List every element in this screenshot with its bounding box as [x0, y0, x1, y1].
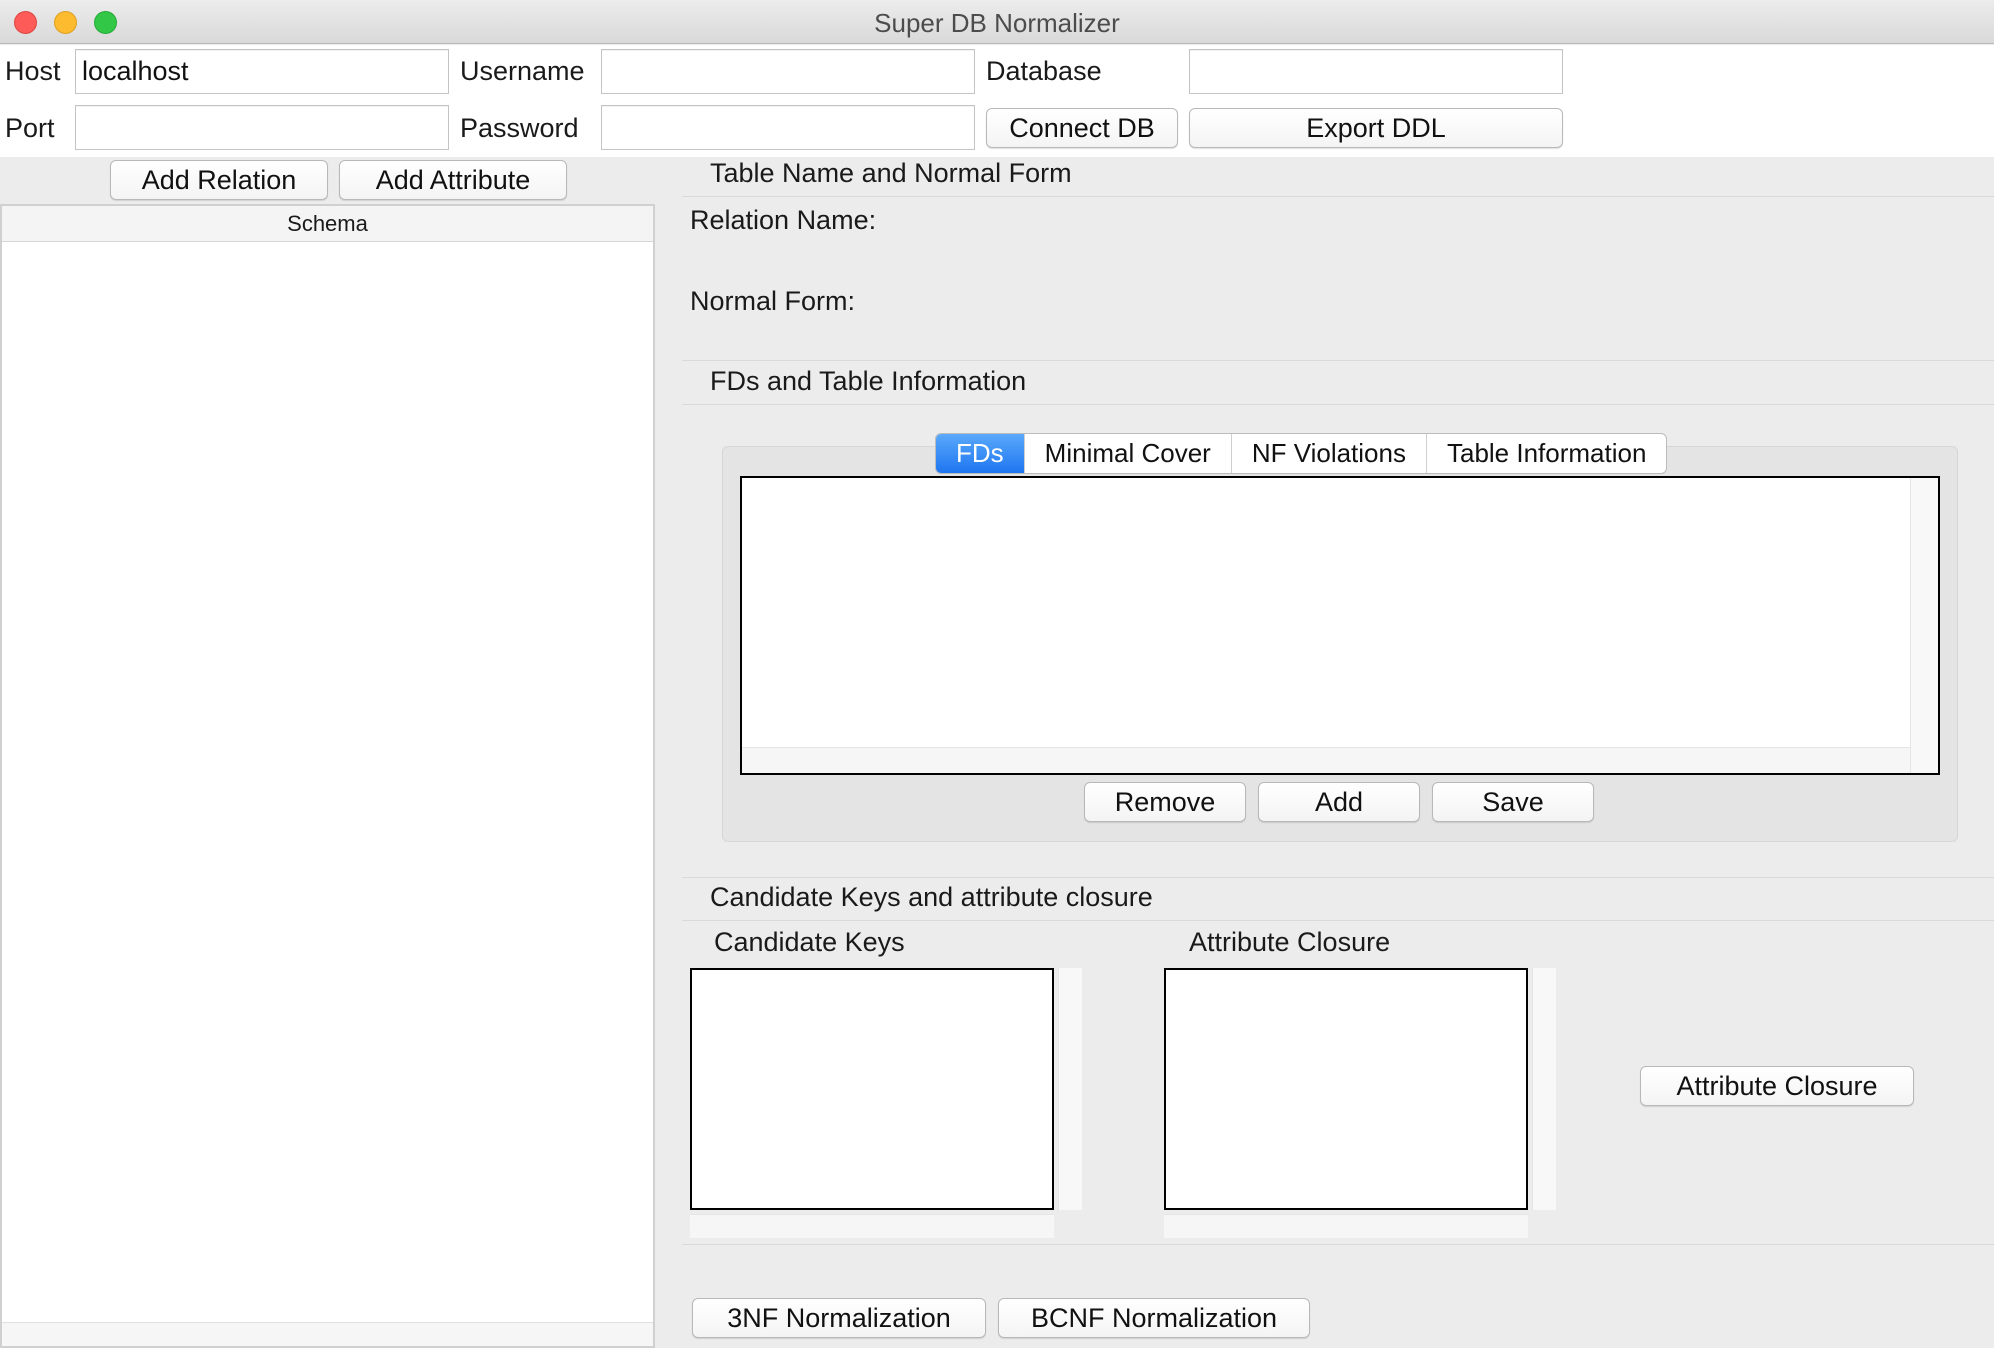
- normal-form-label: Normal Form:: [690, 286, 856, 316]
- add-attribute-button[interactable]: Add Attribute: [339, 160, 567, 200]
- keys-section-title: Candidate Keys and attribute closure: [710, 882, 1153, 912]
- fd-list-horizontal-scrollbar[interactable]: [742, 747, 1910, 773]
- keys-section-top-divider: [682, 877, 1994, 878]
- candidate-keys-horizontal-scrollbar[interactable]: [690, 1214, 1054, 1238]
- attribute-closure-vertical-scrollbar[interactable]: [1532, 968, 1556, 1210]
- fd-section-divider: [682, 404, 1994, 405]
- keys-section-bottom-divider: [682, 1244, 1994, 1245]
- fd-section-top-divider: [682, 360, 1994, 361]
- attribute-closure-list[interactable]: [1164, 968, 1528, 1210]
- attribute-closure-label: Attribute Closure: [1189, 927, 1391, 957]
- table-section-title: Table Name and Normal Form: [710, 158, 1072, 188]
- save-fd-button[interactable]: Save: [1432, 782, 1594, 822]
- candidate-keys-label: Candidate Keys: [714, 927, 905, 957]
- export-ddl-button[interactable]: Export DDL: [1189, 108, 1563, 148]
- window-title: Super DB Normalizer: [874, 8, 1120, 38]
- title-bar: Super DB Normalizer: [0, 0, 1994, 44]
- password-field[interactable]: [601, 105, 975, 150]
- table-section-divider: [682, 196, 1994, 197]
- add-fd-button[interactable]: Add: [1258, 782, 1420, 822]
- remove-fd-button[interactable]: Remove: [1084, 782, 1246, 822]
- candidate-keys-list[interactable]: [690, 968, 1054, 1210]
- password-label: Password: [460, 113, 579, 143]
- add-relation-button[interactable]: Add Relation: [110, 160, 328, 200]
- schema-tree[interactable]: Schema: [0, 204, 655, 1348]
- database-label: Database: [986, 56, 1102, 86]
- database-field[interactable]: [1189, 49, 1563, 94]
- tab-table-information[interactable]: Table Information: [1427, 434, 1666, 473]
- port-label: Port: [5, 113, 55, 143]
- schema-header: Schema: [2, 206, 653, 242]
- fd-tabs: FDs Minimal Cover NF Violations Table In…: [935, 433, 1668, 474]
- bcnf-normalization-button[interactable]: BCNF Normalization: [998, 1298, 1310, 1338]
- username-field[interactable]: [601, 49, 975, 94]
- tab-minimal-cover[interactable]: Minimal Cover: [1025, 434, 1232, 473]
- fd-section-title: FDs and Table Information: [710, 366, 1027, 396]
- username-label: Username: [460, 56, 585, 86]
- attribute-closure-horizontal-scrollbar[interactable]: [1164, 1214, 1528, 1238]
- fd-list[interactable]: [740, 476, 1940, 775]
- fd-list-vertical-scrollbar[interactable]: [1910, 478, 1938, 773]
- keys-section-divider: [682, 920, 1994, 921]
- attribute-closure-button[interactable]: Attribute Closure: [1640, 1066, 1914, 1106]
- host-field[interactable]: localhost: [75, 49, 449, 94]
- tab-fds[interactable]: FDs: [936, 434, 1025, 473]
- schema-horizontal-scrollbar[interactable]: [2, 1322, 653, 1346]
- host-label: Host: [5, 56, 61, 86]
- tab-nf-violations[interactable]: NF Violations: [1232, 434, 1427, 473]
- candidate-keys-vertical-scrollbar[interactable]: [1058, 968, 1082, 1210]
- port-field[interactable]: [75, 105, 449, 150]
- 3nf-normalization-button[interactable]: 3NF Normalization: [692, 1298, 986, 1338]
- connect-db-button[interactable]: Connect DB: [986, 108, 1178, 148]
- relation-name-label: Relation Name:: [690, 205, 877, 235]
